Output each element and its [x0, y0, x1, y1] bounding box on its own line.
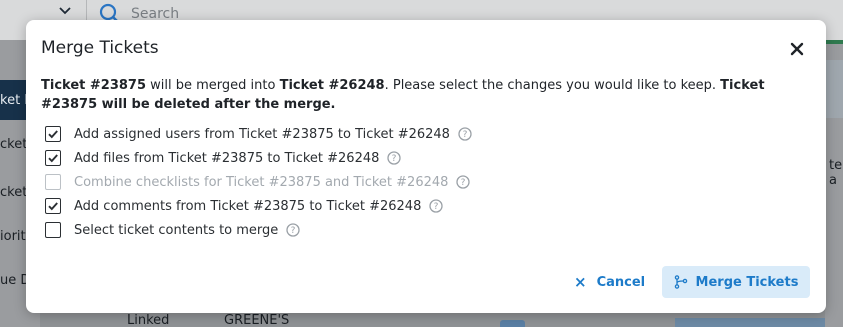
svg-text:?: ? [392, 154, 397, 164]
help-icon[interactable]: ? [387, 151, 402, 165]
merge-icon [674, 275, 687, 289]
merge-label: Merge Tickets [695, 274, 799, 290]
sidebar-item-label: iorit [0, 229, 26, 244]
background-accent-strip [825, 40, 843, 44]
merge-tickets-dialog: Merge Tickets Ticket #23875 will be merg… [26, 20, 826, 313]
option-label: Combine checklists for Ticket #23875 and… [74, 174, 449, 190]
background-button [500, 320, 525, 327]
target-ticket: Ticket #26248 [279, 78, 385, 93]
option-label: Select ticket contents to merge [74, 222, 279, 238]
checkbox [45, 174, 61, 190]
checkbox[interactable] [45, 222, 61, 238]
close-icon[interactable] [788, 40, 806, 58]
merge-options-list: Add assigned users from Ticket #23875 to… [45, 122, 472, 242]
help-icon[interactable]: ? [286, 223, 300, 237]
checkbox[interactable] [45, 126, 61, 142]
sidebar-item-label: cket [0, 185, 28, 200]
merge-text: will be merged into [146, 78, 280, 93]
option-label: Add assigned users from Ticket #23875 to… [74, 126, 450, 142]
background-right-box [826, 60, 843, 118]
cancel-label: Cancel [596, 274, 646, 290]
background-text-fragment: te a [829, 158, 843, 188]
option-comments[interactable]: Add comments from Ticket #23875 to Ticke… [45, 194, 472, 218]
close-icon: × [574, 273, 587, 291]
option-assigned-users[interactable]: Add assigned users from Ticket #23875 to… [45, 122, 472, 146]
background-linked-label: Linked [127, 313, 170, 327]
source-ticket: Ticket #23875 [41, 78, 147, 93]
option-select-contents[interactable]: Select ticket contents to merge ? [45, 218, 472, 242]
help-icon[interactable]: ? [429, 199, 444, 213]
sidebar-item-label: cket [0, 137, 28, 152]
background-bar [675, 318, 825, 327]
cancel-button[interactable]: × Cancel [562, 266, 657, 298]
merge-tickets-button[interactable]: Merge Tickets [662, 266, 810, 298]
select-text: . Please select the changes you would li… [384, 78, 721, 93]
option-files[interactable]: Add files from Ticket #23875 to Ticket #… [45, 146, 472, 170]
help-icon[interactable]: ? [458, 127, 472, 141]
checkmark-icon [48, 202, 58, 211]
checkmark-icon [48, 130, 58, 139]
option-checklists: Combine checklists for Ticket #23875 and… [45, 170, 472, 194]
option-label: Add comments from Ticket #23875 to Ticke… [74, 198, 422, 214]
background-company-name: GREENE'S [224, 313, 290, 327]
checkbox[interactable] [45, 150, 61, 166]
svg-text:?: ? [434, 202, 439, 212]
option-label: Add files from Ticket #23875 to Ticket #… [74, 150, 380, 166]
dialog-title: Merge Tickets [41, 38, 159, 58]
merge-description: Ticket #23875 will be merged into Ticket… [41, 76, 811, 114]
svg-text:?: ? [461, 178, 466, 188]
svg-text:?: ? [291, 226, 296, 236]
checkmark-icon [48, 154, 58, 163]
checkbox[interactable] [45, 198, 61, 214]
help-icon[interactable]: ? [456, 175, 471, 189]
svg-text:?: ? [463, 130, 468, 140]
